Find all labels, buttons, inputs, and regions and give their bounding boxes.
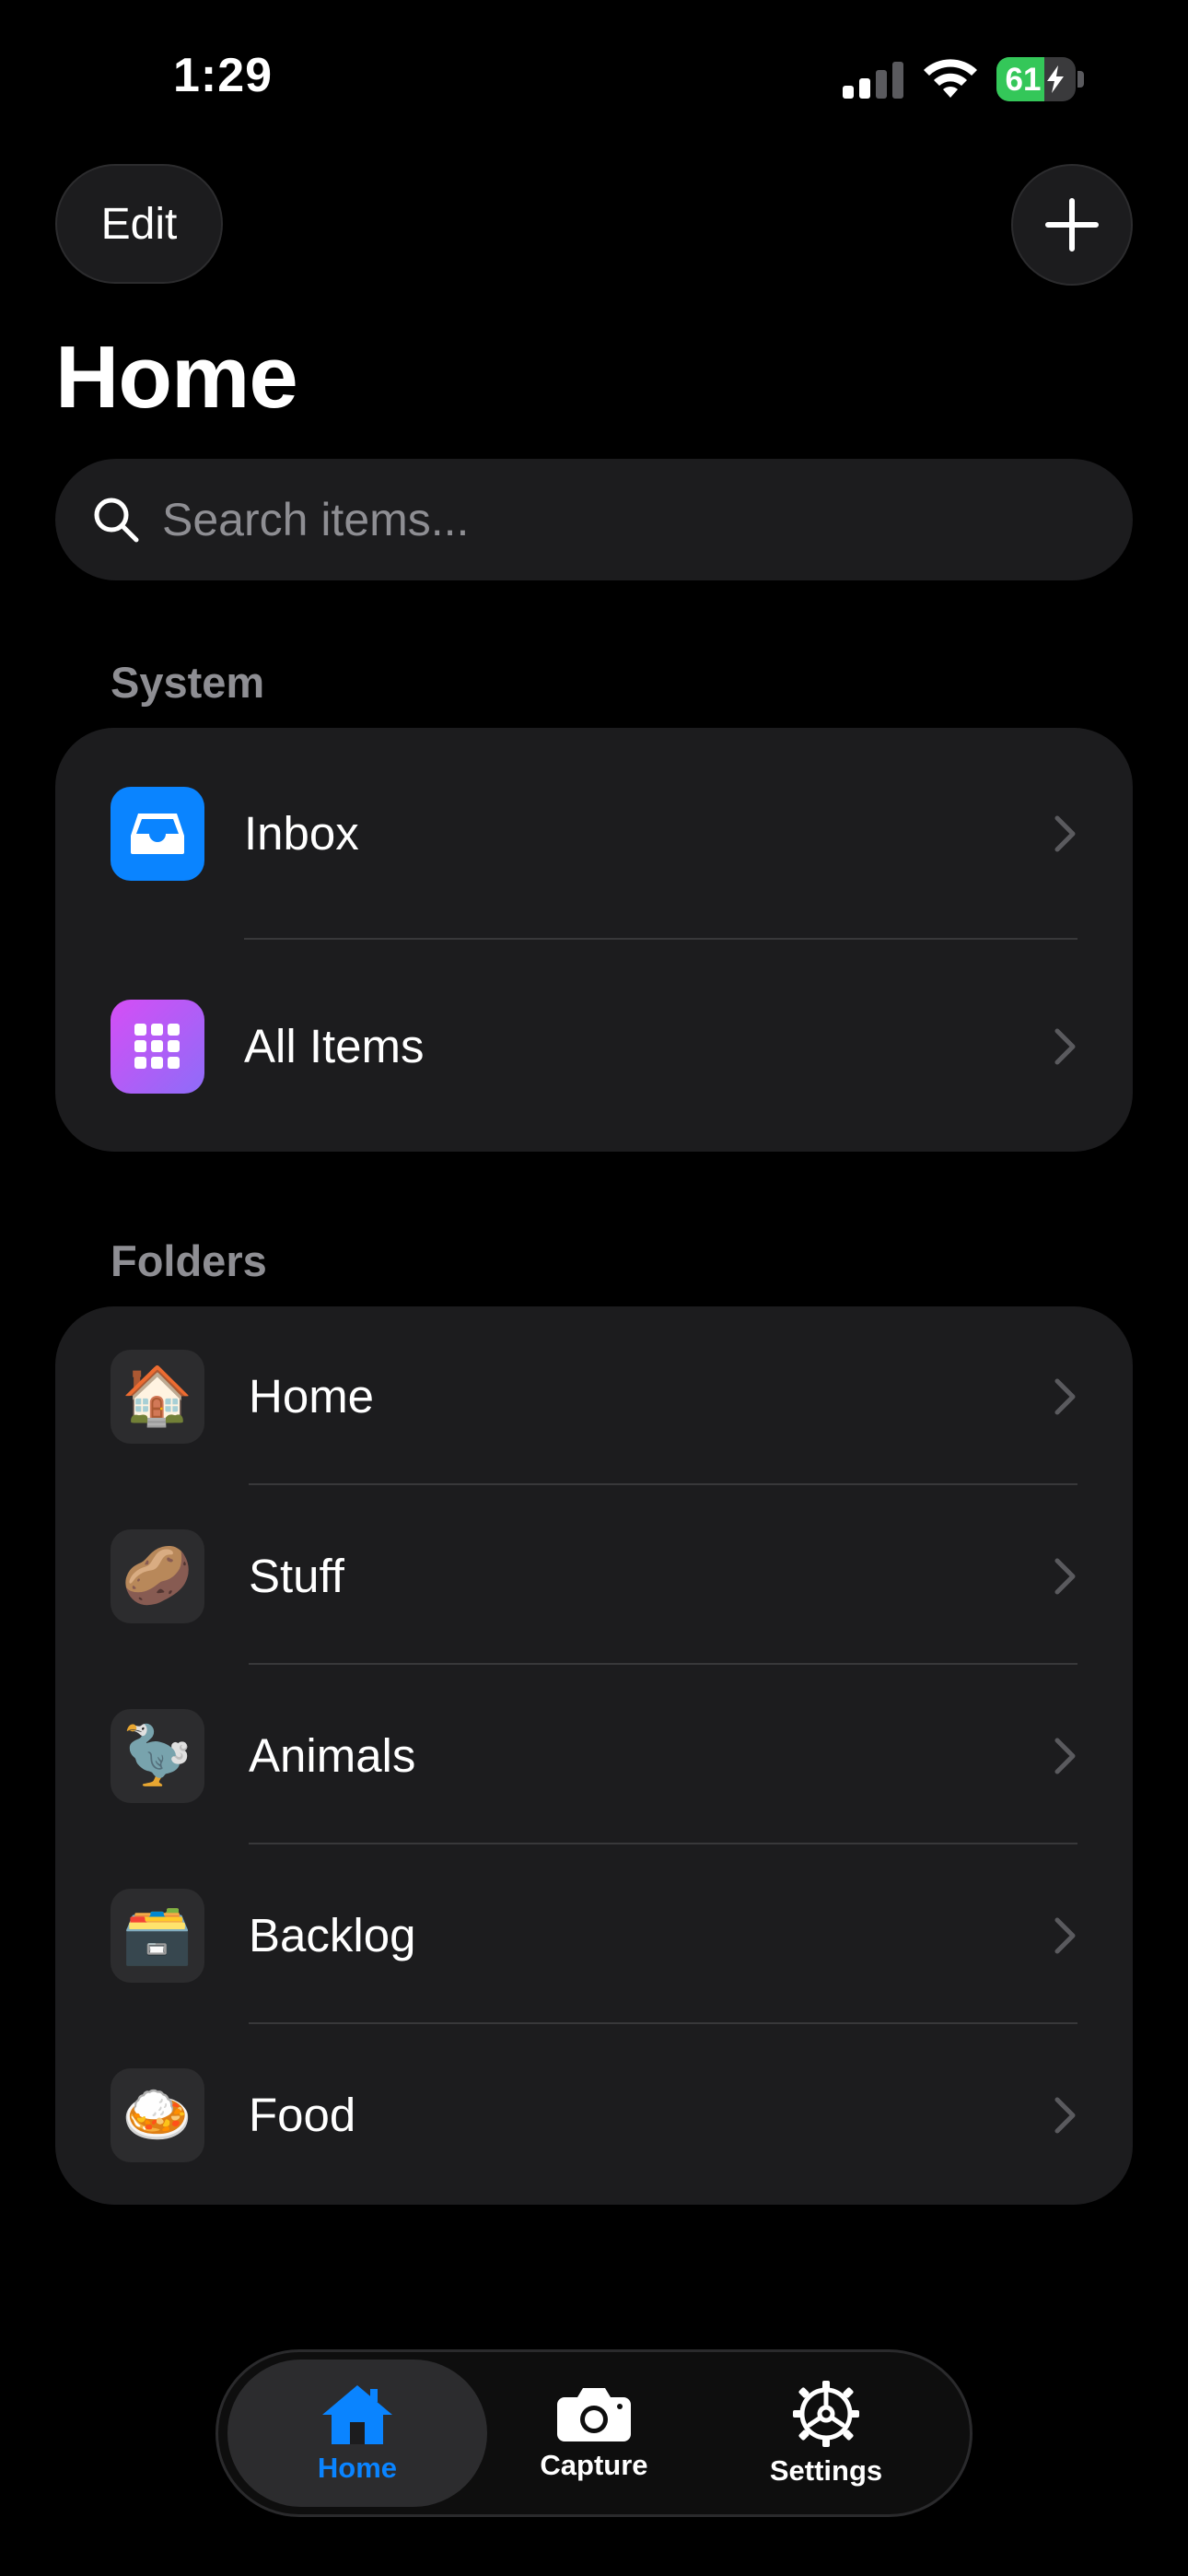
plus-icon: [1045, 198, 1099, 252]
folder-item-stuff[interactable]: 🥔 Stuff: [55, 1486, 1133, 1666]
chevron-right-icon: [1054, 1558, 1076, 1594]
divider: [249, 1663, 1077, 1665]
gear-icon: [793, 2381, 859, 2447]
search-icon: [94, 498, 139, 543]
chevron-right-icon: [1054, 1917, 1076, 1953]
camera-icon: [557, 2388, 631, 2441]
inbox-icon: [111, 786, 204, 881]
chevron-right-icon: [1054, 815, 1076, 851]
battery-indicator: 61: [996, 57, 1085, 101]
folder-item-backlog[interactable]: 🗃️ Backlog: [55, 1845, 1133, 2025]
chevron-right-icon: [1054, 1378, 1076, 1414]
search-bar[interactable]: [55, 459, 1133, 580]
status-time: 1:29: [173, 49, 274, 102]
folder-label: Backlog: [249, 1909, 416, 1961]
divider: [249, 1843, 1077, 1844]
tab-home[interactable]: Home: [227, 2359, 487, 2507]
divider: [249, 2022, 1077, 2024]
list-item-label: All Items: [244, 1020, 425, 1072]
tab-label: Settings: [769, 2454, 883, 2487]
house-icon: [322, 2385, 392, 2444]
divider: [249, 1483, 1077, 1485]
battery-percentage: 61: [1005, 62, 1042, 98]
curry-rice-emoji-icon: 🍛: [111, 2067, 204, 2162]
dodo-emoji-icon: 🦤: [111, 1708, 204, 1803]
folder-item-home[interactable]: 🏠 Home: [55, 1306, 1133, 1486]
divider: [244, 938, 1077, 940]
chevron-right-icon: [1054, 1738, 1076, 1774]
folders-list: 🏠 Home 🥔 Stuff 🦤 Animals 🗃️ Backlog 🍛 Fo…: [55, 1306, 1133, 2205]
edit-button[interactable]: Edit: [55, 164, 223, 284]
page-title: Home: [55, 328, 298, 427]
cellular-signal-icon: [843, 62, 903, 99]
search-input[interactable]: [160, 492, 993, 547]
list-item-label: Inbox: [244, 807, 359, 860]
chevron-right-icon: [1054, 1028, 1076, 1064]
charging-bolt-icon: [1047, 65, 1064, 93]
card-file-box-emoji-icon: 🗃️: [111, 1888, 204, 1983]
section-label-system: System: [111, 658, 265, 707]
list-item-inbox[interactable]: Inbox: [55, 744, 1133, 923]
folder-label: Stuff: [249, 1550, 344, 1602]
potato-emoji-icon: 🥔: [111, 1528, 204, 1623]
tab-bar: Home Capture Settings: [215, 2349, 973, 2517]
folder-item-food[interactable]: 🍛 Food: [55, 2025, 1133, 2205]
system-list: Inbox All Items: [55, 728, 1133, 1152]
tab-settings[interactable]: Settings: [727, 2359, 926, 2507]
tab-label: Home: [317, 2452, 398, 2484]
chevron-right-icon: [1054, 2097, 1076, 2133]
tab-capture[interactable]: Capture: [495, 2359, 693, 2507]
folder-label: Home: [249, 1370, 375, 1423]
section-label-folders: Folders: [111, 1236, 267, 1285]
folder-label: Animals: [249, 1729, 416, 1782]
house-emoji-icon: 🏠: [111, 1349, 204, 1444]
add-button[interactable]: [1011, 164, 1133, 286]
folder-label: Food: [249, 2089, 356, 2141]
grid-icon: [111, 999, 204, 1094]
folder-item-animals[interactable]: 🦤 Animals: [55, 1666, 1133, 1845]
list-item-all-items[interactable]: All Items: [55, 956, 1133, 1136]
tab-label: Capture: [540, 2449, 648, 2481]
wifi-icon: [924, 59, 977, 98]
